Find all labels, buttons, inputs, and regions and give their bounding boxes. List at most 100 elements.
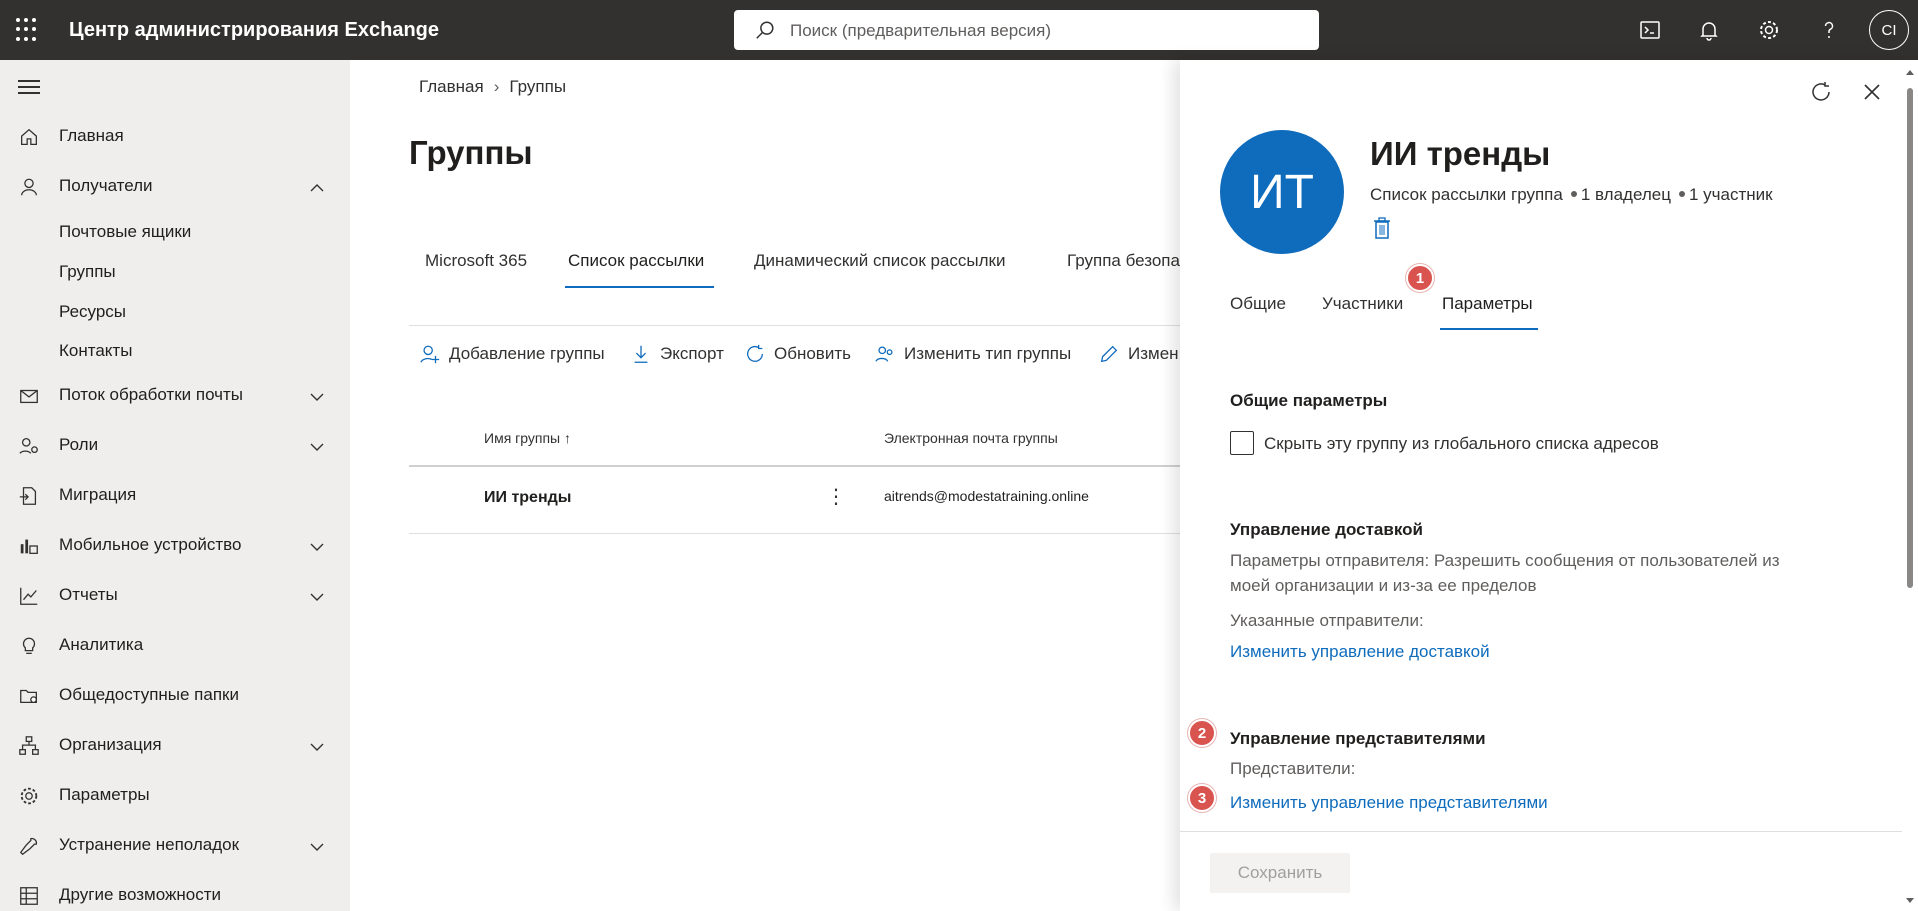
sidebar-item-home[interactable]: Главная — [0, 117, 350, 157]
terminal-icon[interactable] — [1638, 18, 1662, 42]
page-title: Группы — [409, 134, 533, 171]
delivery-senders-text: Параметры отправителя: Разрешить сообщен… — [1230, 551, 1780, 595]
roles-icon — [19, 438, 38, 454]
tab-members[interactable]: Участники — [1322, 294, 1403, 314]
gear-icon[interactable] — [1757, 18, 1781, 42]
active-tab-indicator — [1440, 328, 1538, 330]
main-content: Главная › Группы Группы Microsoft 365 Спис… — [350, 60, 1180, 911]
sidebar-item-label: Миграция — [59, 485, 137, 504]
save-button[interactable]: Сохранить — [1210, 853, 1350, 893]
step-badge-2: 2 — [1188, 719, 1216, 747]
delegates-label: Представители: — [1230, 759, 1356, 778]
sidebar-item-mailflow[interactable]: Поток обработки почты — [0, 376, 350, 416]
sidebar-item-other[interactable]: Другие возможности — [0, 876, 350, 911]
members-count: 1 участник — [1688, 185, 1773, 204]
mail-icon — [20, 389, 38, 404]
table-row-name[interactable]: ИИ тренды — [484, 489, 571, 507]
sidebar-item-migration[interactable]: Миграция — [0, 476, 350, 516]
chevron-down-icon — [310, 743, 324, 751]
tab-settings[interactable]: Параметры — [1442, 294, 1533, 314]
sidebar-subitem-groups[interactable]: Группы — [59, 262, 116, 282]
help-icon[interactable] — [1817, 18, 1841, 42]
sidebar-item-label: Общедоступные папки — [59, 685, 239, 704]
chevron-down-icon — [310, 393, 324, 401]
scrollbar-thumb[interactable] — [1907, 88, 1913, 588]
sidebar-item-label: Получатели — [59, 176, 153, 195]
search-input[interactable]: Поиск (предварительная версия) — [790, 21, 1051, 41]
sidebar-item-recipients[interactable]: Получатели — [0, 167, 350, 207]
edit-delivery-link[interactable]: Изменить управление доставкой — [1230, 642, 1490, 662]
app-launcher-icon[interactable] — [16, 18, 40, 42]
sidebar-item-troubleshooting[interactable]: Устранение неполадок — [0, 826, 350, 866]
sidebar-item-public-folders[interactable]: Общедоступные папки — [0, 676, 350, 716]
breadcrumb-current: Группы — [509, 77, 567, 96]
folder-icon — [20, 689, 37, 704]
refresh-icon[interactable] — [1809, 80, 1833, 104]
search-box[interactable]: Поиск (предварительная версия) — [734, 10, 1319, 50]
sidebar-item-label: Главная — [59, 126, 124, 145]
tab-distribution-list[interactable]: Список рассылки — [568, 251, 704, 271]
divider — [409, 325, 1180, 326]
tab-security-group[interactable]: Группа безопа — [1067, 251, 1180, 271]
person-icon — [21, 178, 37, 196]
footer-divider — [1180, 831, 1902, 832]
org-icon — [19, 736, 39, 755]
group-avatar: ИТ — [1220, 130, 1344, 254]
tab-microsoft-365[interactable]: Microsoft 365 — [425, 251, 527, 271]
search-icon — [756, 21, 774, 39]
chart-icon — [20, 587, 38, 605]
sidebar-subitem-contacts[interactable]: Контакты — [59, 341, 132, 361]
export-label: Экспорт — [660, 344, 724, 363]
pencil-icon — [1100, 345, 1118, 363]
chevron-down-icon — [310, 843, 324, 851]
edit-label: Измен — [1128, 344, 1179, 363]
sidebar-item-settings[interactable]: Параметры — [0, 776, 350, 816]
group-details-panel: ИТ ИИ тренды Список рассылки группа 1 вла… — [1180, 60, 1918, 911]
column-header-email[interactable]: Электронная почта группы — [884, 430, 1058, 446]
sidebar-item-organization[interactable]: Организация — [0, 726, 350, 766]
sidebar-item-label: Роли — [59, 435, 99, 454]
more-options-icon[interactable]: ⋮ — [826, 487, 846, 507]
chevron-down-icon — [310, 443, 324, 451]
hide-from-gal-label[interactable]: Скрыть эту группу из глобального списка … — [1264, 434, 1659, 454]
close-icon[interactable] — [1860, 80, 1884, 104]
sidebar-item-label: Мобильное устройство — [59, 535, 242, 554]
refresh-icon — [747, 344, 763, 362]
tab-general[interactable]: Общие — [1230, 294, 1286, 314]
header-divider — [409, 465, 1180, 467]
tab-dynamic-distribution-list[interactable]: Динамический список рассылки — [754, 251, 1006, 271]
sidebar: Главная Получатели Почтовые ящики Группы… — [0, 60, 350, 911]
owners-count: 1 владелец — [1580, 185, 1671, 204]
hide-from-gal-checkbox[interactable] — [1230, 431, 1254, 455]
sidebar-subitem-resources[interactable]: Ресурсы — [59, 302, 126, 322]
sidebar-item-analytics[interactable]: Аналитика — [0, 626, 350, 666]
column-header-name[interactable]: Имя группы ↑ — [484, 430, 571, 446]
sidebar-item-label: Другие возможности — [59, 885, 221, 904]
breadcrumb: Главная › Группы — [419, 77, 566, 97]
chevron-up-icon — [310, 184, 324, 192]
hamburger-icon[interactable] — [18, 80, 40, 96]
edit-delegates-link[interactable]: Изменить управление представителями — [1230, 793, 1548, 813]
sidebar-item-mobile[interactable]: Мобильное устройство — [0, 526, 350, 566]
trash-icon[interactable] — [1372, 216, 1392, 240]
dot-separator — [1570, 191, 1577, 197]
step-badge-3: 3 — [1188, 784, 1216, 812]
sidebar-item-reports[interactable]: Отчеты — [0, 576, 350, 616]
add-person-icon — [420, 345, 440, 364]
add-group-label: Добавление группы — [449, 344, 605, 363]
sidebar-item-label: Организация — [59, 735, 162, 754]
scroll-down-icon[interactable] — [1905, 897, 1915, 905]
app-title[interactable]: Центр администрирования Exchange — [69, 19, 439, 42]
dot-separator — [1678, 191, 1685, 197]
sidebar-item-label: Устранение неполадок — [59, 835, 240, 854]
sidebar-subitem-mailboxes[interactable]: Почтовые ящики — [59, 222, 191, 242]
table-row-email: aitrends@modestatraining.online — [884, 488, 1089, 504]
change-group-type-label: Изменить тип группы — [904, 344, 1072, 363]
user-avatar[interactable]: CI — [1869, 10, 1909, 50]
group-title: ИИ тренды — [1370, 135, 1551, 172]
bulb-icon — [22, 637, 36, 654]
scroll-up-icon[interactable] — [1905, 68, 1915, 76]
sidebar-item-roles[interactable]: Роли — [0, 426, 350, 466]
bell-icon[interactable] — [1697, 18, 1721, 42]
breadcrumb-home[interactable]: Главная — [419, 77, 484, 96]
